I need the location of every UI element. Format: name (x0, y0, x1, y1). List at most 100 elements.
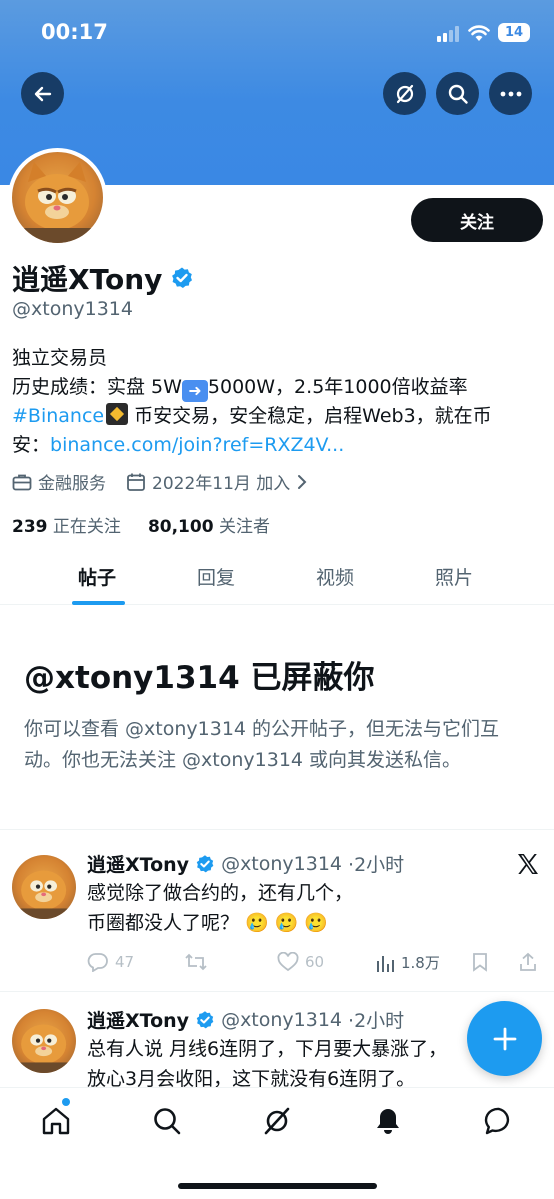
profile-category: 金融服务 (38, 474, 106, 494)
reply-button[interactable]: 47 (87, 952, 134, 972)
blocked-text: 你可以查看 @xtony1314 的公开帖子，但无法与它们互动。你也无法关注 @… (24, 718, 500, 771)
home-icon[interactable] (41, 1106, 71, 1136)
tweet-time: ·2小时 (348, 854, 405, 876)
back-button[interactable] (21, 72, 64, 115)
views-chart-icon (377, 955, 394, 972)
following-stat[interactable]: 239 正在关注 (12, 517, 121, 537)
verified-badge-icon (196, 854, 214, 872)
like-button[interactable]: 60 (277, 952, 324, 972)
bio-line-2a: 历史成绩：实盘 5W (12, 376, 182, 398)
followers-count: 80,100 (147, 517, 214, 537)
compose-button[interactable] (467, 1001, 542, 1076)
like-count: 60 (305, 953, 325, 971)
views-button[interactable]: 1.8万 (375, 952, 440, 973)
share-icon (520, 952, 536, 971)
home-indicator (178, 1183, 377, 1189)
garfield-avatar-icon (22, 162, 93, 243)
divider (0, 829, 554, 830)
retweet-icon (185, 953, 207, 971)
tab-photos[interactable]: 照片 (435, 563, 473, 590)
tab-videos[interactable]: 视频 (316, 563, 354, 590)
signal-icon (437, 26, 459, 42)
profile-bio: 独立交易员 历史成绩：实盘 5W ➜ 5000W，2.5年1000倍收益率 #Bin… (12, 344, 542, 460)
briefcase-icon (12, 474, 32, 490)
bio-line-2b: 5000W，2.5年1000倍收益率 (207, 376, 468, 398)
tweet-text-line: 币圈都没人了呢？ 🥲 🥲 🥲 (87, 912, 329, 934)
bio-referral-link[interactable]: binance.com/join?ref=RXZ4V... (50, 434, 344, 456)
verified-badge-icon[interactable] (170, 266, 194, 290)
bio-line-1: 独立交易员 (12, 347, 108, 369)
verified-badge-icon (196, 1010, 214, 1028)
calendar-icon (127, 473, 145, 491)
tab-replies[interactable]: 回复 (197, 563, 235, 590)
tweet[interactable]: 逍遥XTony @xtony1314 ·2小时 感觉除了做合约的，还有几个， 币… (0, 850, 554, 990)
profile-name-text: 逍遥XTony (12, 263, 163, 296)
garfield-avatar-icon (19, 1024, 69, 1073)
tweet-author-name[interactable]: 逍遥XTony (87, 850, 189, 877)
tweet-avatar[interactable] (12, 1009, 76, 1073)
bio-hashtag-link[interactable]: #Binance (12, 405, 104, 427)
tab-indicator (72, 601, 125, 605)
bookmark-button[interactable] (471, 952, 489, 972)
share-button[interactable] (518, 952, 538, 972)
search-icon[interactable] (152, 1106, 182, 1136)
status-time: 00:17 (41, 20, 108, 44)
profile-joined[interactable]: 2022年11月 加入 (152, 469, 290, 494)
retweet-button[interactable] (184, 952, 208, 972)
garfield-avatar-icon (19, 870, 69, 919)
profile-name: 逍遥XTony (12, 258, 194, 298)
tweet-text-line: 放心3月会收阳，这下就没有6连阴了。 (87, 1068, 416, 1087)
reply-icon (87, 953, 108, 972)
tweet-text-line: 感觉除了做合约的，还有几个， (87, 882, 354, 904)
blocked-title: @xtony1314 已屏蔽你 (24, 660, 375, 696)
tweet-author-handle: @xtony1314 (221, 852, 343, 875)
bio-line-3: #Binance 币安交易，安全稳定，启程Web3，就在币 (12, 402, 542, 431)
bio-line-2: 历史成绩：实盘 5W ➜ 5000W，2.5年1000倍收益率 (12, 373, 542, 402)
tweet-author-name[interactable]: 逍遥XTony (87, 1006, 189, 1033)
profile-meta: 金融服务 2022年11月 加入 (12, 469, 308, 494)
tweet-actions: 47 60 1.8万 (87, 952, 542, 976)
profile-tabs: 帖子 回复 视频 照片 (0, 553, 554, 605)
plus-icon (493, 1027, 516, 1050)
tweet-avatar[interactable] (12, 855, 76, 919)
more-button[interactable] (489, 72, 532, 115)
following-label: 正在关注 (52, 517, 121, 537)
bottom-nav (0, 1087, 554, 1199)
bio-line-4-text: 安： (12, 434, 51, 456)
view-count: 1.8万 (401, 954, 440, 972)
wifi-icon (468, 25, 490, 41)
grok-button[interactable] (383, 72, 426, 115)
messages-icon[interactable] (484, 1106, 514, 1136)
profile-handle: @xtony1314 (12, 298, 133, 320)
follow-button[interactable]: 关注 (411, 198, 543, 242)
bio-line-4: 安：binance.com/join?ref=RXZ4V... (12, 431, 542, 460)
reply-count: 47 (115, 953, 135, 971)
x-logo-icon[interactable] (516, 852, 540, 876)
notifications-bell-icon[interactable] (373, 1106, 403, 1136)
heart-icon (277, 952, 299, 972)
chevron-right-icon[interactable] (296, 474, 308, 490)
binance-logo-icon (106, 403, 129, 425)
following-count: 239 (12, 517, 48, 537)
tweet-author-handle: @xtony1314 (221, 1008, 343, 1031)
profile-avatar[interactable] (8, 148, 107, 247)
search-button[interactable] (436, 72, 479, 115)
home-notification-dot (62, 1098, 70, 1106)
tweet-text-line: 总有人说 月线6连阴了，下月要大暴涨了， (87, 1038, 448, 1060)
status-bar: 00:17 14 (0, 0, 554, 66)
more-icon (500, 91, 521, 96)
followers-stat[interactable]: 80,100 关注者 (148, 517, 270, 537)
bio-line-3-text: 币安交易，安全稳定，启程Web3，就在币 (128, 405, 492, 427)
tab-posts[interactable]: 帖子 (78, 563, 116, 590)
grok-icon[interactable] (262, 1106, 292, 1136)
arrow-left-icon (34, 86, 51, 101)
search-icon (448, 84, 468, 104)
tweet-time: ·2小时 (348, 1010, 405, 1032)
followers-label: 关注者 (218, 517, 270, 537)
tweet-header: 逍遥XTony @xtony1314 ·2小时 (87, 1006, 404, 1033)
profile-counts: 239 正在关注 80,100 关注者 (12, 512, 270, 537)
tweet-header: 逍遥XTony @xtony1314 ·2小时 (87, 850, 404, 877)
right-arrow-emoji-icon: ➜ (181, 380, 208, 402)
battery-icon: 14 (498, 23, 530, 42)
grok-icon (396, 84, 413, 103)
